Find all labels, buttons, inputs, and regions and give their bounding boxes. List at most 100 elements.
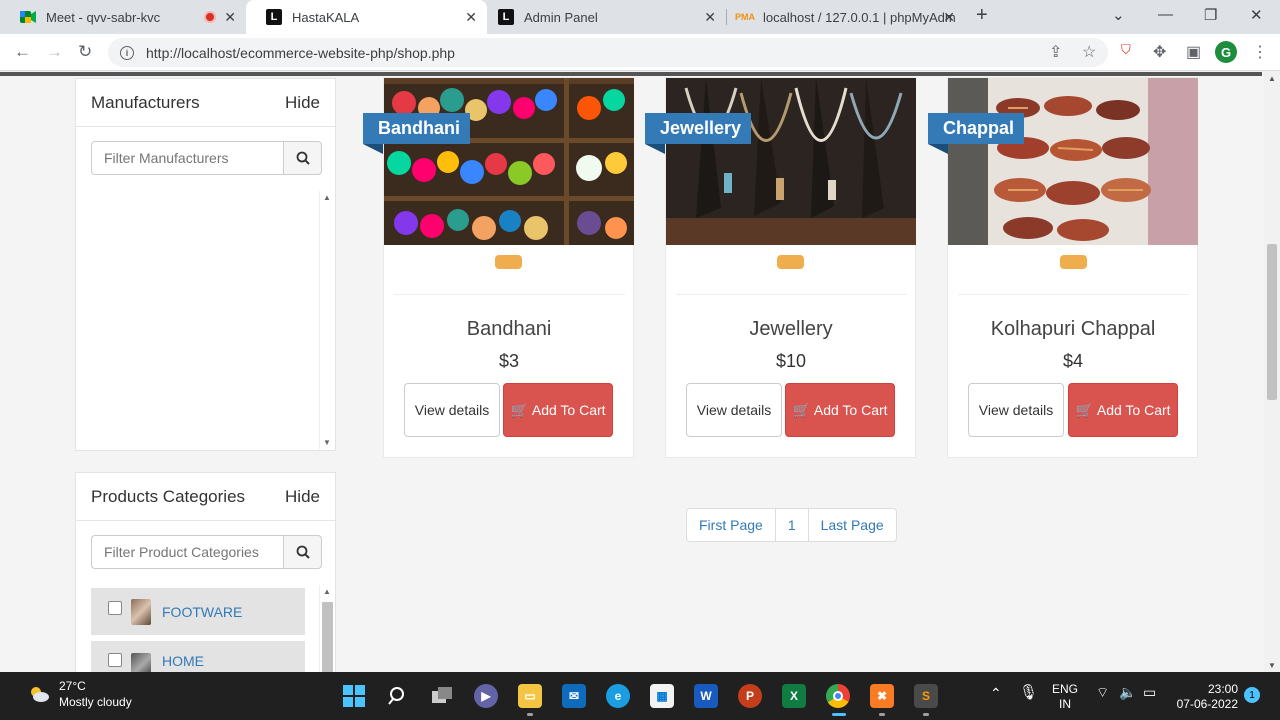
manufacturers-scrollbar[interactable]: ▲ ▼ bbox=[319, 191, 334, 449]
category-ribbon: Jewellery bbox=[645, 113, 752, 144]
tab-hastakala[interactable]: L HastaKALA ✕ bbox=[246, 0, 487, 34]
filter-manufacturers-input[interactable] bbox=[91, 141, 284, 175]
share-icon[interactable]: ⇪ bbox=[1049, 42, 1062, 62]
category-label[interactable]: FOOTWARE bbox=[162, 604, 242, 620]
close-tab-icon[interactable]: ✕ bbox=[465, 9, 477, 26]
add-to-cart-label: Add To Cart bbox=[813, 402, 888, 418]
divider bbox=[394, 294, 625, 295]
extension-shield-icon[interactable]: ⛉ bbox=[1121, 42, 1131, 58]
address-bar[interactable]: i http://localhost/ecommerce-website-php… bbox=[108, 38, 1108, 67]
category-item-footware[interactable]: FOOTWARE bbox=[91, 588, 305, 635]
forward-icon[interactable]: → bbox=[46, 42, 63, 62]
microphone-icon[interactable]: 🎙 bbox=[1019, 685, 1038, 700]
add-to-cart-button[interactable]: 🛒 Add To Cart bbox=[785, 383, 895, 437]
category-ribbon: Bandhani bbox=[363, 113, 471, 144]
wifi-icon[interactable]: ⌔ bbox=[1096, 685, 1109, 700]
notification-badge[interactable]: 1 bbox=[1244, 687, 1260, 703]
scrollbar-thumb[interactable] bbox=[322, 602, 333, 672]
view-details-button[interactable]: View details bbox=[968, 383, 1064, 437]
categories-panel: Products Categories Hide FOOTWARE HOME ▲ bbox=[75, 472, 336, 672]
manufacturers-title: Manufacturers bbox=[91, 92, 200, 112]
page-link-1[interactable]: 1 bbox=[774, 509, 808, 541]
store-icon[interactable]: ▦ bbox=[650, 684, 674, 708]
tab-search-icon[interactable]: ⌄ bbox=[1112, 6, 1125, 24]
file-explorer-icon[interactable]: ▭ bbox=[518, 684, 542, 708]
scroll-up-icon[interactable]: ▲ bbox=[1268, 74, 1276, 83]
menu-kebab-icon[interactable]: ⋮ bbox=[1252, 42, 1268, 62]
category-thumbnail bbox=[131, 598, 151, 625]
sublime-text-icon[interactable]: S bbox=[914, 684, 938, 708]
category-item-home[interactable]: HOME bbox=[91, 641, 305, 672]
side-panel-icon[interactable]: ▣ bbox=[1186, 42, 1201, 62]
product-price: $10 bbox=[775, 351, 807, 371]
scroll-up-icon[interactable]: ▲ bbox=[323, 587, 331, 596]
minimize-icon[interactable]: — bbox=[1158, 6, 1173, 23]
chrome-icon[interactable] bbox=[826, 684, 850, 708]
category-checkbox[interactable] bbox=[108, 653, 122, 667]
reload-icon[interactable]: ↻ bbox=[78, 42, 92, 62]
product-image[interactable] bbox=[666, 78, 916, 245]
filter-categories-input[interactable] bbox=[91, 535, 284, 569]
pagination: First Page 1 Last Page bbox=[686, 508, 897, 542]
edge-browser-icon[interactable]: e bbox=[606, 684, 630, 708]
tab-phpmyadmin[interactable]: PMA localhost / 127.0.0.1 | phpMyAdm ✕ bbox=[717, 0, 965, 34]
address-toolbar: ← → ↻ i http://localhost/ecommerce-websi… bbox=[0, 34, 1280, 71]
teams-chat-icon[interactable]: ▶ bbox=[474, 684, 498, 708]
lang-top: ENG bbox=[1052, 682, 1079, 696]
category-checkbox[interactable] bbox=[108, 600, 122, 615]
view-details-button[interactable]: View details bbox=[686, 383, 782, 437]
volume-icon[interactable]: 🔈 bbox=[1119, 685, 1136, 700]
scroll-down-icon[interactable]: ▼ bbox=[1268, 661, 1276, 670]
close-tab-icon[interactable]: ✕ bbox=[704, 9, 716, 26]
show-hidden-icons[interactable]: ⌃ bbox=[990, 686, 1002, 701]
battery-icon[interactable]: ▭ bbox=[1143, 685, 1156, 700]
scroll-up-icon[interactable]: ▲ bbox=[323, 193, 331, 202]
tab-admin-panel[interactable]: L Admin Panel ✕ bbox=[478, 0, 726, 34]
tab-meet[interactable]: Meet - qvv-sabr-kvc ✕ bbox=[0, 0, 246, 34]
product-image[interactable] bbox=[948, 78, 1198, 245]
scroll-down-icon[interactable]: ▼ bbox=[323, 438, 331, 447]
clock[interactable]: 23:00 07-06-2022 bbox=[1172, 682, 1238, 712]
tab-strip: Meet - qvv-sabr-kvc ✕ L HastaKALA ✕ L Ad… bbox=[0, 0, 1280, 34]
profile-avatar[interactable]: G bbox=[1215, 41, 1237, 63]
search-icon[interactable] bbox=[284, 535, 322, 569]
mail-icon[interactable]: ✉ bbox=[562, 684, 586, 708]
category-label[interactable]: HOME bbox=[162, 653, 204, 669]
view-details-button[interactable]: View details bbox=[404, 383, 500, 437]
weather-desc: Mostly cloudy bbox=[59, 695, 132, 709]
cart-icon: 🛒 bbox=[510, 401, 528, 418]
tab-title: HastaKALA bbox=[292, 9, 360, 25]
recording-icon bbox=[204, 11, 216, 23]
manufacturers-hide-link[interactable]: Hide bbox=[285, 93, 320, 113]
weather-widget[interactable]: 27°C Mostly cloudy bbox=[28, 678, 132, 710]
close-tab-icon[interactable]: ✕ bbox=[224, 9, 236, 26]
ribbon-fold bbox=[363, 144, 383, 154]
language-indicator[interactable]: ENG IN bbox=[1052, 682, 1078, 712]
page-scrollbar[interactable]: ▲ ▼ bbox=[1264, 72, 1280, 672]
scrollbar-thumb[interactable] bbox=[1267, 244, 1277, 400]
restore-icon[interactable]: ❐ bbox=[1204, 6, 1217, 24]
new-tab-icon[interactable]: + bbox=[976, 4, 988, 27]
site-info-icon[interactable]: i bbox=[120, 45, 134, 60]
extensions-puzzle-icon[interactable]: ✥ bbox=[1153, 42, 1166, 62]
add-to-cart-button[interactable]: 🛒 Add To Cart bbox=[1068, 383, 1178, 437]
word-icon[interactable]: W bbox=[694, 684, 718, 708]
close-window-icon[interactable]: ✕ bbox=[1250, 6, 1263, 24]
product-image[interactable] bbox=[384, 78, 634, 245]
last-page-link[interactable]: Last Page bbox=[807, 509, 896, 541]
categories-hide-link[interactable]: Hide bbox=[285, 487, 320, 507]
search-icon[interactable] bbox=[386, 684, 410, 708]
bookmark-star-icon[interactable]: ☆ bbox=[1082, 42, 1096, 62]
product-name: Kolhapuri Chappal bbox=[990, 318, 1156, 340]
excel-icon[interactable]: X bbox=[782, 684, 806, 708]
xampp-icon[interactable]: ✖ bbox=[870, 684, 894, 708]
first-page-link[interactable]: First Page bbox=[687, 509, 775, 541]
search-icon[interactable] bbox=[284, 141, 322, 175]
windows-start-icon[interactable] bbox=[342, 684, 366, 708]
task-view-icon[interactable] bbox=[430, 684, 454, 708]
close-tab-icon[interactable]: ✕ bbox=[943, 9, 955, 26]
categories-scrollbar[interactable]: ▲ bbox=[319, 585, 334, 672]
add-to-cart-button[interactable]: 🛒 Add To Cart bbox=[503, 383, 613, 437]
powerpoint-icon[interactable]: P bbox=[738, 684, 762, 708]
back-icon[interactable]: ← bbox=[14, 42, 31, 62]
